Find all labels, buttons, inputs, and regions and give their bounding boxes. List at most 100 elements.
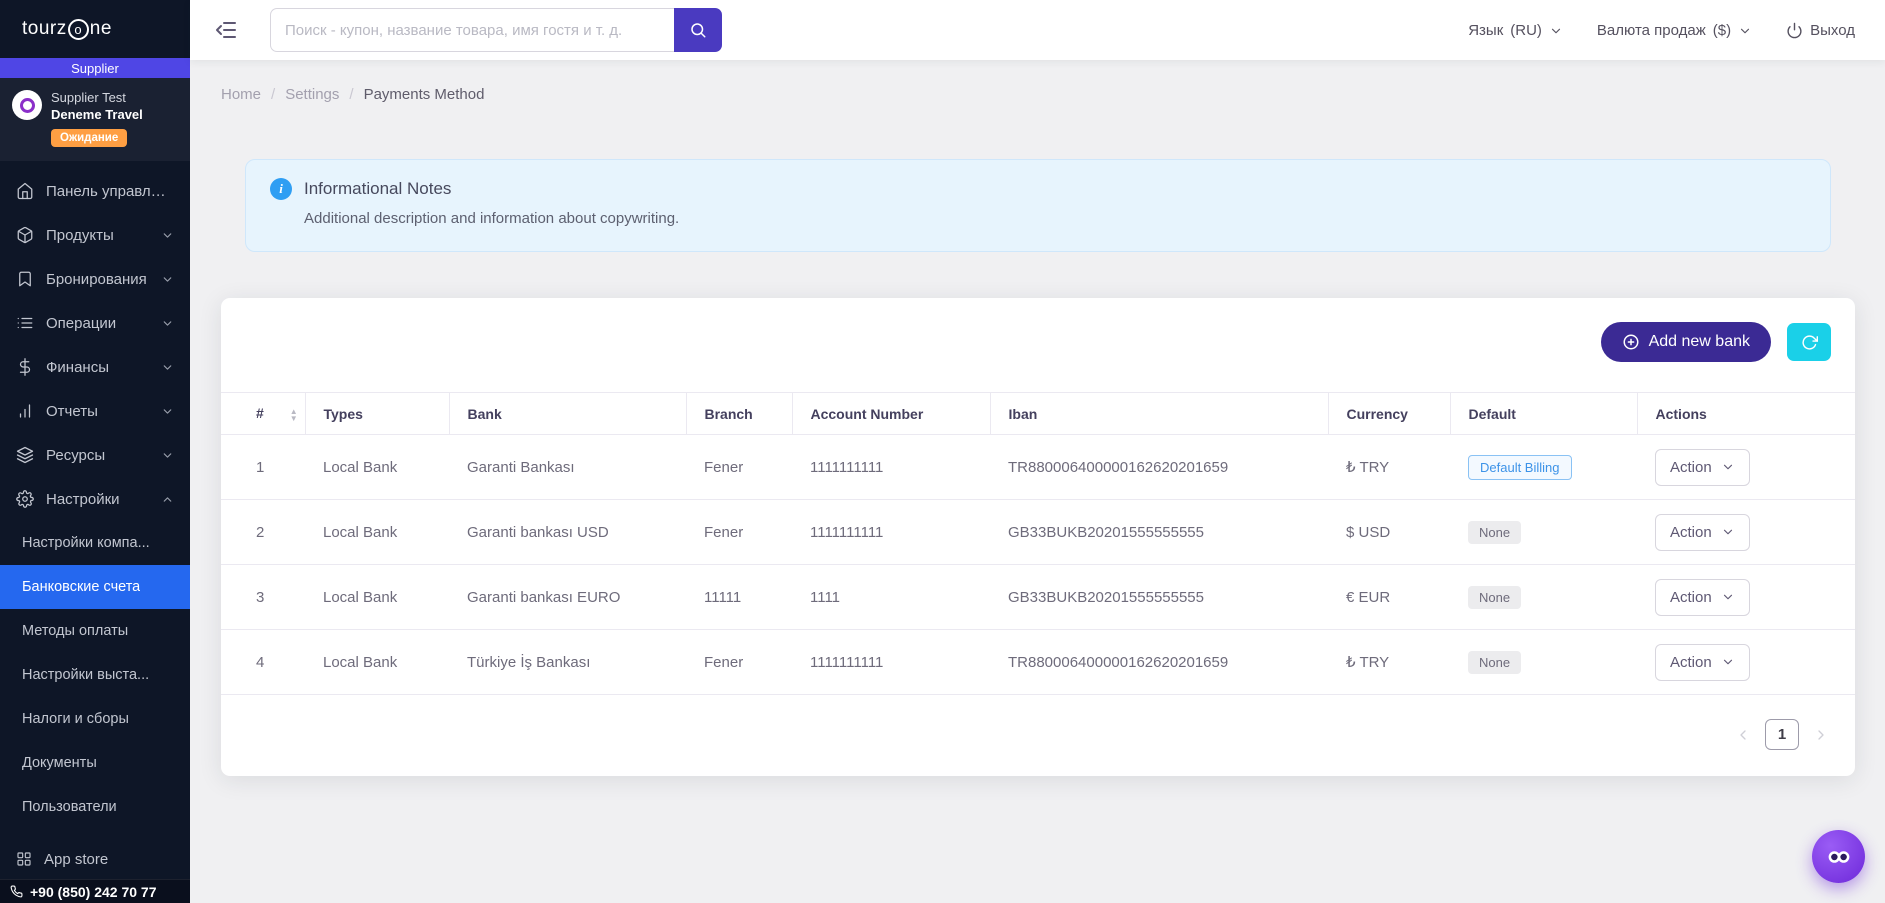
sort-icon[interactable]: ▲ ▼	[290, 407, 298, 422]
sidebar-subitem-company-settings[interactable]: Настройки компа...	[0, 521, 190, 565]
search-input[interactable]	[270, 8, 674, 52]
sidebar-item-dashboard[interactable]: Панель управлен...	[0, 169, 190, 213]
sidebar-item-finance[interactable]: Финансы	[0, 345, 190, 389]
default-badge: None	[1468, 650, 1522, 674]
pagination-page-1[interactable]: 1	[1765, 719, 1799, 750]
row-action-button[interactable]: Action	[1655, 448, 1750, 486]
sidebar-item-resources[interactable]: Ресурсы	[0, 433, 190, 477]
phone-bar: +90 (850) 242 70 77	[0, 879, 190, 903]
list-icon	[16, 314, 34, 332]
cell-iban: GB33BUKB20201555555555	[990, 564, 1328, 630]
cell-currency: ₺ TRY	[1328, 629, 1450, 695]
language-label: Язык	[1468, 21, 1504, 39]
breadcrumb-current: Payments Method	[363, 86, 485, 103]
app-root: tourz o ne Supplier Supplier Test Deneme…	[0, 0, 1885, 903]
sidebar-item-settings[interactable]: Настройки	[0, 477, 190, 521]
column-header: Types	[304, 392, 449, 435]
cell-currency: ₺ TRY	[1328, 434, 1450, 500]
refresh-button[interactable]	[1787, 323, 1831, 361]
column-header[interactable]: # ▲ ▼	[221, 392, 305, 435]
add-new-bank-button[interactable]: Add new bank	[1600, 322, 1771, 362]
language-value: (RU)	[1510, 21, 1542, 39]
default-badge: None	[1468, 520, 1522, 544]
logo-ring-o: o	[67, 18, 89, 40]
breadcrumb-home[interactable]: Home	[221, 86, 261, 103]
info-card-description: Additional description and information a…	[304, 210, 680, 227]
refresh-icon	[1801, 334, 1818, 351]
box-icon	[16, 226, 34, 244]
language-selector[interactable]: Язык (RU)	[1468, 22, 1563, 39]
sidebar-item-app-store[interactable]: App store	[0, 839, 190, 879]
cell-iban: TR880006400000162620201659	[990, 629, 1328, 695]
logo[interactable]: tourz o ne	[0, 0, 190, 58]
home-icon	[16, 182, 34, 200]
main-area: Язык (RU) Валюта продаж ($) Выход Home /	[190, 0, 1885, 903]
layers-icon	[16, 446, 34, 464]
info-card-title: Informational Notes	[304, 179, 452, 198]
cell-default: None	[1450, 564, 1637, 630]
row-action-label: Action	[1670, 588, 1712, 606]
cell-branch: Fener	[686, 434, 792, 500]
chevron-down-icon	[1549, 24, 1563, 38]
sidebar-subitem-users[interactable]: Пользователи	[0, 785, 190, 829]
row-action-button[interactable]: Action	[1655, 643, 1750, 681]
sidebar-subitem-bank-accounts[interactable]: Банковские счета	[0, 565, 190, 609]
cell-type: Local Bank	[305, 499, 449, 565]
column-header: Actions	[1636, 392, 1855, 435]
cell-actions: Action	[1637, 629, 1855, 695]
column-header: Account Number	[791, 392, 990, 435]
default-badge: None	[1468, 585, 1522, 609]
sidebar-item-bookings[interactable]: Бронирования	[0, 257, 190, 301]
sidebar-subitem-payment-methods[interactable]: Методы оплаты	[0, 609, 190, 653]
cell-iban: TR880006400000162620201659	[990, 434, 1328, 500]
cell-bank: Garanti Bankası	[449, 434, 686, 500]
cell-bank: Garanti bankası USD	[449, 499, 686, 565]
chevron-down-icon	[161, 273, 174, 286]
pagination-prev-icon[interactable]	[1735, 727, 1751, 743]
bank-row: 1 Local Bank Garanti Bankası Fener 111111111…	[221, 434, 1855, 500]
row-action-button[interactable]: Action	[1655, 513, 1750, 551]
breadcrumb-settings[interactable]: Settings	[285, 86, 339, 103]
row-action-label: Action	[1670, 653, 1712, 671]
logo-part-post: ne	[89, 18, 112, 39]
bank-accounts-table: # ▲ ▼ Types Bank Branch Account Number Iban Curr…	[221, 392, 1855, 695]
logout-button[interactable]: Выход	[1786, 22, 1855, 39]
chevron-down-icon	[1721, 590, 1735, 604]
table-header-row: # ▲ ▼ Types Bank Branch Account Number Iban Curr…	[221, 392, 1855, 435]
sidebar-subitem-label: Налоги и сборы	[22, 711, 129, 727]
sidebar-item-operations[interactable]: Операции	[0, 301, 190, 345]
sidebar-subitem-label: Методы оплаты	[22, 623, 129, 639]
sidebar-subitem-invoice-settings[interactable]: Настройки выста...	[0, 653, 190, 697]
card-toolbar: Add new bank	[221, 298, 1855, 392]
sidebar-toggle-icon[interactable]	[214, 18, 238, 42]
sidebar-item-reports[interactable]: Отчеты	[0, 389, 190, 433]
sidebar-subitem-taxes-fees[interactable]: Налоги и сборы	[0, 697, 190, 741]
chat-widget-eyes-icon	[1824, 842, 1854, 872]
row-action-label: Action	[1670, 458, 1712, 476]
sidebar-item-label: Бронирования	[46, 270, 147, 288]
breadcrumb: Home / Settings / Payments Method	[221, 86, 1855, 103]
sidebar-item-label: Настройки	[46, 490, 120, 508]
column-header: Default	[1449, 392, 1637, 435]
profile-avatar	[12, 90, 42, 120]
logo-text: tourz o ne	[22, 18, 112, 40]
breadcrumb-separator: /	[349, 86, 354, 103]
profile-company: Deneme Travel	[51, 107, 143, 122]
row-action-button[interactable]: Action	[1655, 578, 1750, 616]
sidebar-subitem-documents[interactable]: Документы	[0, 741, 190, 785]
plus-circle-icon	[1622, 333, 1640, 351]
sidebar-item-products[interactable]: Продукты	[0, 213, 190, 257]
pagination-next-icon[interactable]	[1813, 727, 1829, 743]
bank-row: 3 Local Bank Garanti bankası EURO 11111 1111…	[221, 564, 1855, 630]
chevron-down-icon	[1721, 655, 1735, 669]
support-chat-button[interactable]	[1812, 830, 1865, 883]
sidebar-item-label: Отчеты	[46, 402, 98, 420]
search-button[interactable]	[674, 8, 722, 52]
currency-selector[interactable]: Валюта продаж ($)	[1597, 22, 1752, 39]
cell-num: 1	[221, 434, 305, 500]
chevron-down-icon	[1738, 24, 1752, 38]
phone-number: +90 (850) 242 70 77	[30, 883, 157, 900]
chevron-down-icon	[1721, 460, 1735, 474]
sidebar-item-label: Операции	[46, 314, 117, 332]
cell-bank: Garanti bankası EURO	[449, 564, 686, 630]
